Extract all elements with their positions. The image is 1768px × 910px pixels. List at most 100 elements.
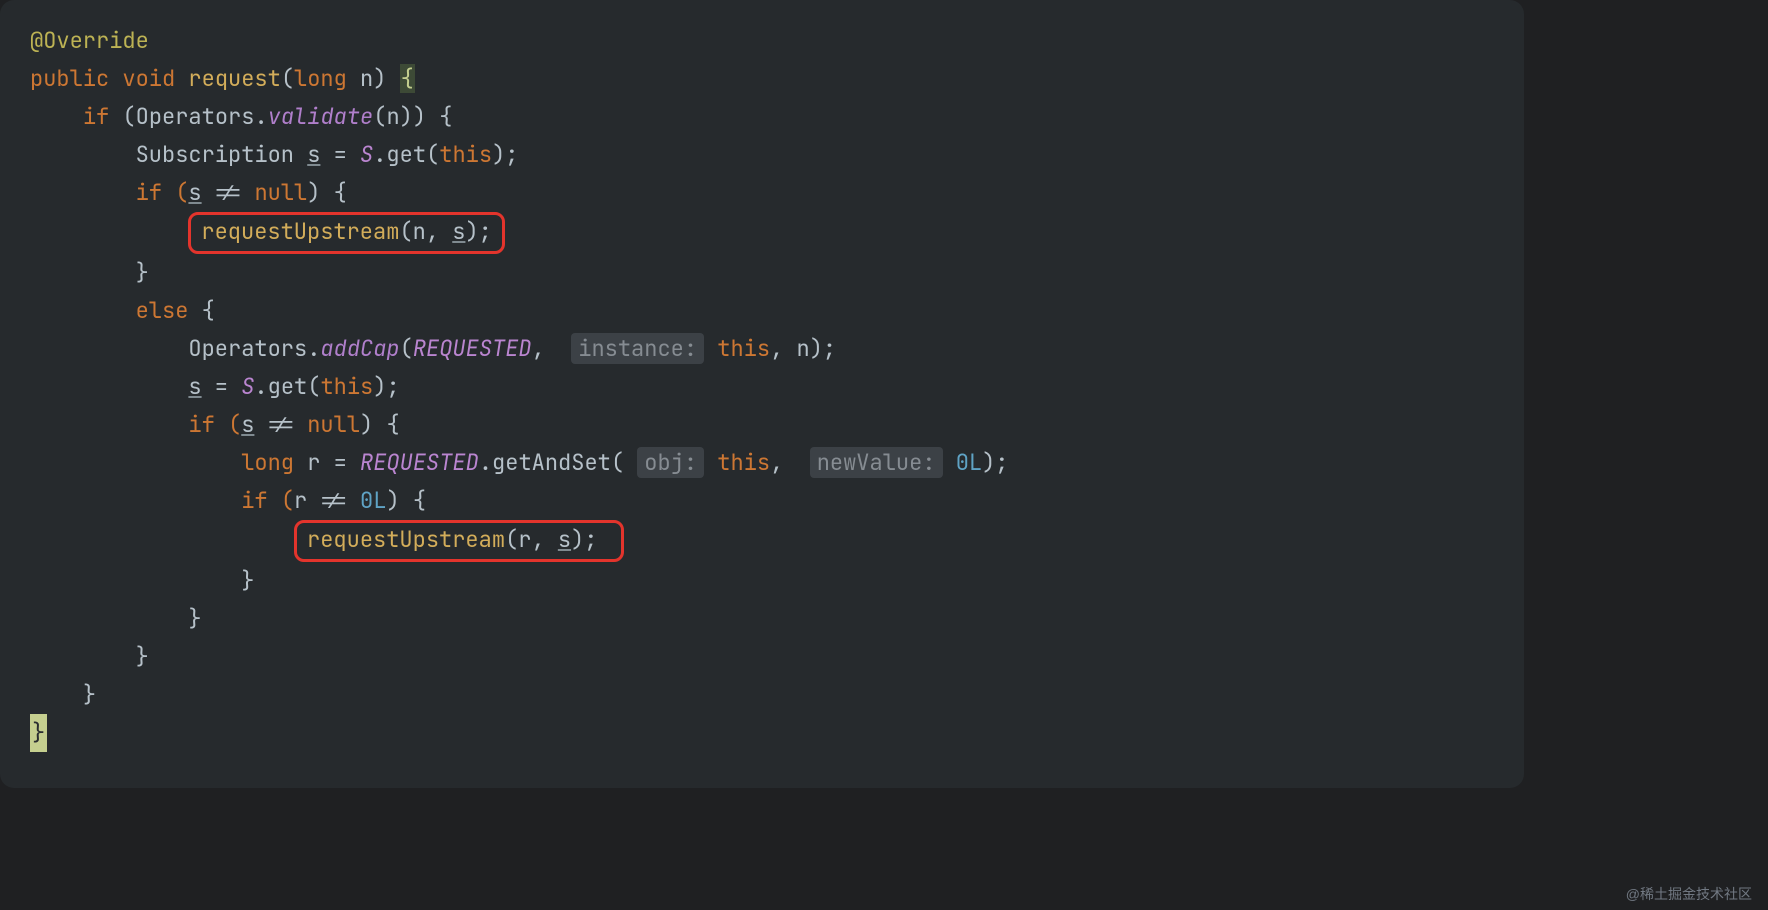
method-validate: validate: [268, 102, 374, 131]
indent: [30, 296, 136, 325]
comma: ,: [770, 334, 796, 363]
type-subscription: Subscription: [136, 140, 308, 169]
indent: [30, 334, 188, 363]
space: [294, 448, 307, 477]
close-brace: }: [83, 680, 96, 709]
indent: [30, 372, 188, 401]
kw-long: long: [294, 64, 347, 93]
paren-close: ): [373, 64, 399, 93]
assign: =: [320, 140, 360, 169]
kw-if: if (: [136, 178, 189, 207]
code-line-8: else {: [30, 292, 1524, 330]
kw-void: void: [122, 64, 175, 93]
code-line-3: if (Operators.validate(n)) {: [30, 98, 1524, 136]
space: [704, 334, 717, 363]
indent: [30, 102, 83, 131]
paren-close-brace: )) {: [400, 102, 453, 131]
line-end: );: [373, 372, 399, 401]
call-getAndSet: .getAndSet(: [479, 448, 624, 477]
code-line-7: }: [30, 254, 1524, 292]
param-hint-newValue: newValue:: [810, 447, 943, 478]
kw-null: null: [254, 178, 307, 207]
indent: [30, 525, 294, 554]
kw-this: this: [717, 448, 770, 477]
method-addCap: addCap: [320, 334, 399, 363]
arg-n: n: [413, 217, 426, 246]
literal-0L: 0L: [360, 486, 386, 515]
indent: [30, 642, 136, 671]
indent: [30, 680, 83, 709]
code-line-2: public void request(long n) {: [30, 60, 1524, 98]
call-get: .get(: [373, 140, 439, 169]
indent: [30, 140, 136, 169]
paren: (: [281, 64, 294, 93]
paren: (: [505, 525, 518, 554]
code-line-1: @Override: [30, 22, 1524, 60]
op-ne: !=: [254, 410, 307, 439]
dot: .: [254, 102, 267, 131]
var-s: s: [307, 140, 320, 169]
close-brace: }: [136, 642, 149, 671]
space: [347, 64, 360, 93]
paren-brace: ) {: [386, 486, 426, 515]
var-s: s: [241, 410, 254, 439]
class-operators: Operators: [188, 334, 307, 363]
op-ne: !=: [202, 178, 255, 207]
paren-close: );: [571, 525, 597, 554]
code-line-20: }: [30, 714, 1524, 752]
kw-this: this: [439, 140, 492, 169]
code-line-16: }: [30, 600, 1524, 638]
paren-close: );: [810, 334, 836, 363]
field-REQUESTED: REQUESTED: [413, 334, 532, 363]
annotation: @Override: [30, 26, 149, 55]
open-brace-cursor: {: [400, 64, 415, 93]
indent: [30, 178, 136, 207]
code-line-6: requestUpstream(n, s);: [30, 212, 1524, 254]
paren-close: );: [982, 448, 1008, 477]
paren: (: [399, 217, 412, 246]
paren: (: [400, 334, 413, 363]
code-line-10: s = S.get(this);: [30, 368, 1524, 406]
paren-brace: ) {: [307, 178, 347, 207]
line-end: );: [492, 140, 518, 169]
highlight-box-1: requestUpstream(n, s);: [188, 212, 504, 254]
class-operators: Operators: [136, 102, 255, 131]
op-ne: !=: [307, 486, 360, 515]
indent: [30, 410, 188, 439]
arg-n: n: [386, 102, 399, 131]
arg-s: s: [558, 525, 571, 554]
kw-this: this: [320, 372, 373, 401]
field-REQUESTED: REQUESTED: [360, 448, 479, 477]
indent: [30, 566, 241, 595]
watermark: @稀土掘金技术社区: [1626, 884, 1752, 904]
code-editor[interactable]: { "watermark":"@稀土掘金技术社区", "code":{ "l1_…: [0, 0, 1524, 788]
close-brace: }: [241, 566, 254, 595]
comma: ,: [531, 525, 557, 554]
paren: (: [122, 102, 135, 131]
kw-else: else: [136, 296, 202, 325]
kw-this: this: [717, 334, 770, 363]
indent: [30, 604, 188, 633]
var-r: r: [307, 448, 320, 477]
space: [943, 448, 956, 477]
call-requestUpstream: requestUpstream: [307, 525, 505, 554]
indent: [30, 448, 241, 477]
code-line-15: }: [30, 562, 1524, 600]
indent: [30, 258, 136, 287]
param-hint-obj: obj:: [637, 447, 704, 478]
param-hint-instance: instance:: [571, 333, 704, 364]
paren-close: );: [465, 217, 491, 246]
field-S: S: [360, 140, 373, 169]
indent: [30, 486, 241, 515]
paren: (: [373, 102, 386, 131]
assign: =: [320, 448, 360, 477]
open-brace: {: [202, 296, 215, 325]
var-s: s: [188, 178, 201, 207]
code-line-19: }: [30, 676, 1524, 714]
arg-r: r: [518, 525, 531, 554]
arg-n: n: [796, 334, 809, 363]
code-line-11: if (s != null) {: [30, 406, 1524, 444]
kw-long: long: [241, 448, 294, 477]
literal-0L: 0L: [956, 448, 982, 477]
kw-null: null: [307, 410, 360, 439]
